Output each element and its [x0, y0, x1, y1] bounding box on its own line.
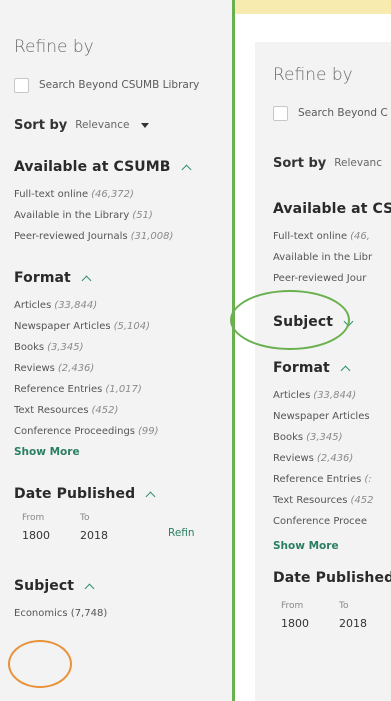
- refine-link[interactable]: Refin: [168, 527, 195, 545]
- facet-item[interactable]: Economics (7,748): [14, 603, 232, 624]
- facet-item[interactable]: Text Resources (452: [273, 490, 391, 511]
- date-range: From 1800 To 2018: [273, 601, 391, 633]
- from-label: From: [22, 513, 45, 523]
- facet-item[interactable]: Reviews (2,436): [273, 448, 391, 469]
- sort-by-label: Sort by: [273, 155, 327, 171]
- search-beyond-label: Search Beyond CSUMB Library: [39, 79, 200, 91]
- caret-down-icon: [141, 122, 150, 128]
- right-refine-panel: Refine by Search Beyond C Sort by Releva…: [235, 0, 391, 701]
- available-list: Full-text online (46,372) Available in th…: [14, 184, 232, 247]
- facet-item[interactable]: Conference Proceedings (99): [14, 421, 232, 442]
- facet-item[interactable]: Peer-reviewed Journals (31,008): [14, 226, 232, 247]
- highlight-bar: [235, 0, 391, 14]
- available-title: Available at CSU: [273, 201, 391, 217]
- facet-item[interactable]: Newspaper Articles: [273, 406, 391, 427]
- left-refine-panel: Refine by Search Beyond CSUMB Library So…: [0, 0, 232, 701]
- refine-by-title: Refine by: [14, 37, 94, 57]
- format-list: Articles (33,844) Newspaper Articles Book…: [273, 385, 391, 557]
- date-title: Date Published: [273, 570, 391, 586]
- format-list: Articles (33,844) Newspaper Articles (5,10…: [14, 295, 232, 463]
- search-beyond-row[interactable]: Search Beyond CSUMB Library: [14, 76, 232, 94]
- to-label: To: [339, 601, 349, 611]
- from-label: From: [281, 601, 304, 611]
- facet-item[interactable]: Text Resources (452): [14, 400, 232, 421]
- sort-select[interactable]: Relevanc: [334, 157, 382, 169]
- search-beyond-checkbox[interactable]: [14, 77, 29, 93]
- facet-item[interactable]: Full-text online (46,: [273, 226, 391, 247]
- facet-item[interactable]: Articles (33,844): [273, 385, 391, 406]
- facet-item[interactable]: Reviews (2,436): [14, 358, 232, 379]
- chevron-up-icon[interactable]: [84, 583, 95, 593]
- date-to[interactable]: To 2018: [339, 601, 391, 633]
- date-from[interactable]: From 1800: [22, 513, 80, 545]
- chevron-up-icon[interactable]: [81, 275, 92, 285]
- available-list: Full-text online (46, Available in the Li…: [273, 226, 391, 289]
- format-section-header[interactable]: Format: [273, 357, 391, 379]
- available-title: Available at CSUMB: [14, 159, 171, 175]
- search-beyond-row[interactable]: Search Beyond C: [273, 104, 391, 122]
- to-value[interactable]: 2018: [339, 615, 391, 633]
- format-title: Format: [273, 360, 330, 376]
- search-beyond-label: Search Beyond C: [298, 107, 388, 119]
- date-from[interactable]: From 1800: [281, 601, 339, 633]
- subject-title: Subject: [14, 578, 75, 594]
- from-value[interactable]: 1800: [281, 615, 339, 633]
- date-section-header[interactable]: Date Published: [273, 567, 391, 589]
- subject-annotation-circle: [8, 640, 72, 688]
- right-panel-card: Refine by Search Beyond C Sort by Releva…: [255, 42, 391, 701]
- facet-item[interactable]: Reference Entries (:: [273, 469, 391, 490]
- facet-item[interactable]: Reference Entries (1,017): [14, 379, 232, 400]
- facet-item[interactable]: Conference Procee: [273, 511, 391, 532]
- chevron-up-icon[interactable]: [181, 164, 191, 174]
- to-value[interactable]: 2018: [80, 527, 138, 545]
- date-range: From 1800 To 2018 Refin: [14, 513, 232, 545]
- sort-value: Relevance: [75, 119, 130, 131]
- subject-section-header[interactable]: Subject: [14, 575, 232, 597]
- sort-row: Sort by Relevanc: [273, 152, 391, 174]
- facet-item[interactable]: Newspaper Articles (5,104): [14, 316, 232, 337]
- format-title: Format: [14, 270, 71, 286]
- facet-item[interactable]: Available in the Library (51): [14, 205, 232, 226]
- from-value[interactable]: 1800: [22, 527, 80, 545]
- sort-select[interactable]: Relevance: [75, 119, 150, 131]
- date-section-header[interactable]: Date Published: [14, 483, 232, 505]
- facet-item[interactable]: Books (3,345): [273, 427, 391, 448]
- available-section-header[interactable]: Available at CSUMB: [14, 156, 232, 178]
- show-more-link[interactable]: Show More: [14, 442, 232, 463]
- facet-item[interactable]: Available in the Libr: [273, 247, 391, 268]
- facet-item[interactable]: Articles (33,844): [14, 295, 232, 316]
- facet-item[interactable]: Peer-reviewed Jour: [273, 268, 391, 289]
- sort-by-label: Sort by: [14, 117, 68, 133]
- available-section-header[interactable]: Available at CSU: [273, 198, 391, 220]
- to-label: To: [80, 513, 90, 523]
- search-beyond-checkbox[interactable]: [273, 105, 288, 121]
- date-title: Date Published: [14, 486, 136, 502]
- chevron-up-icon[interactable]: [340, 365, 351, 375]
- format-section-header[interactable]: Format: [14, 267, 232, 289]
- subject-annotation-circle: [230, 290, 350, 350]
- show-more-link[interactable]: Show More: [273, 536, 391, 557]
- facet-item[interactable]: Full-text online (46,372): [14, 184, 232, 205]
- sort-value: Relevanc: [334, 157, 382, 169]
- date-to[interactable]: To 2018: [80, 513, 138, 545]
- facet-item[interactable]: Books (3,345): [14, 337, 232, 358]
- chevron-up-icon[interactable]: [145, 491, 156, 501]
- sort-row: Sort by Relevance: [14, 114, 232, 136]
- refine-by-title: Refine by: [273, 65, 353, 85]
